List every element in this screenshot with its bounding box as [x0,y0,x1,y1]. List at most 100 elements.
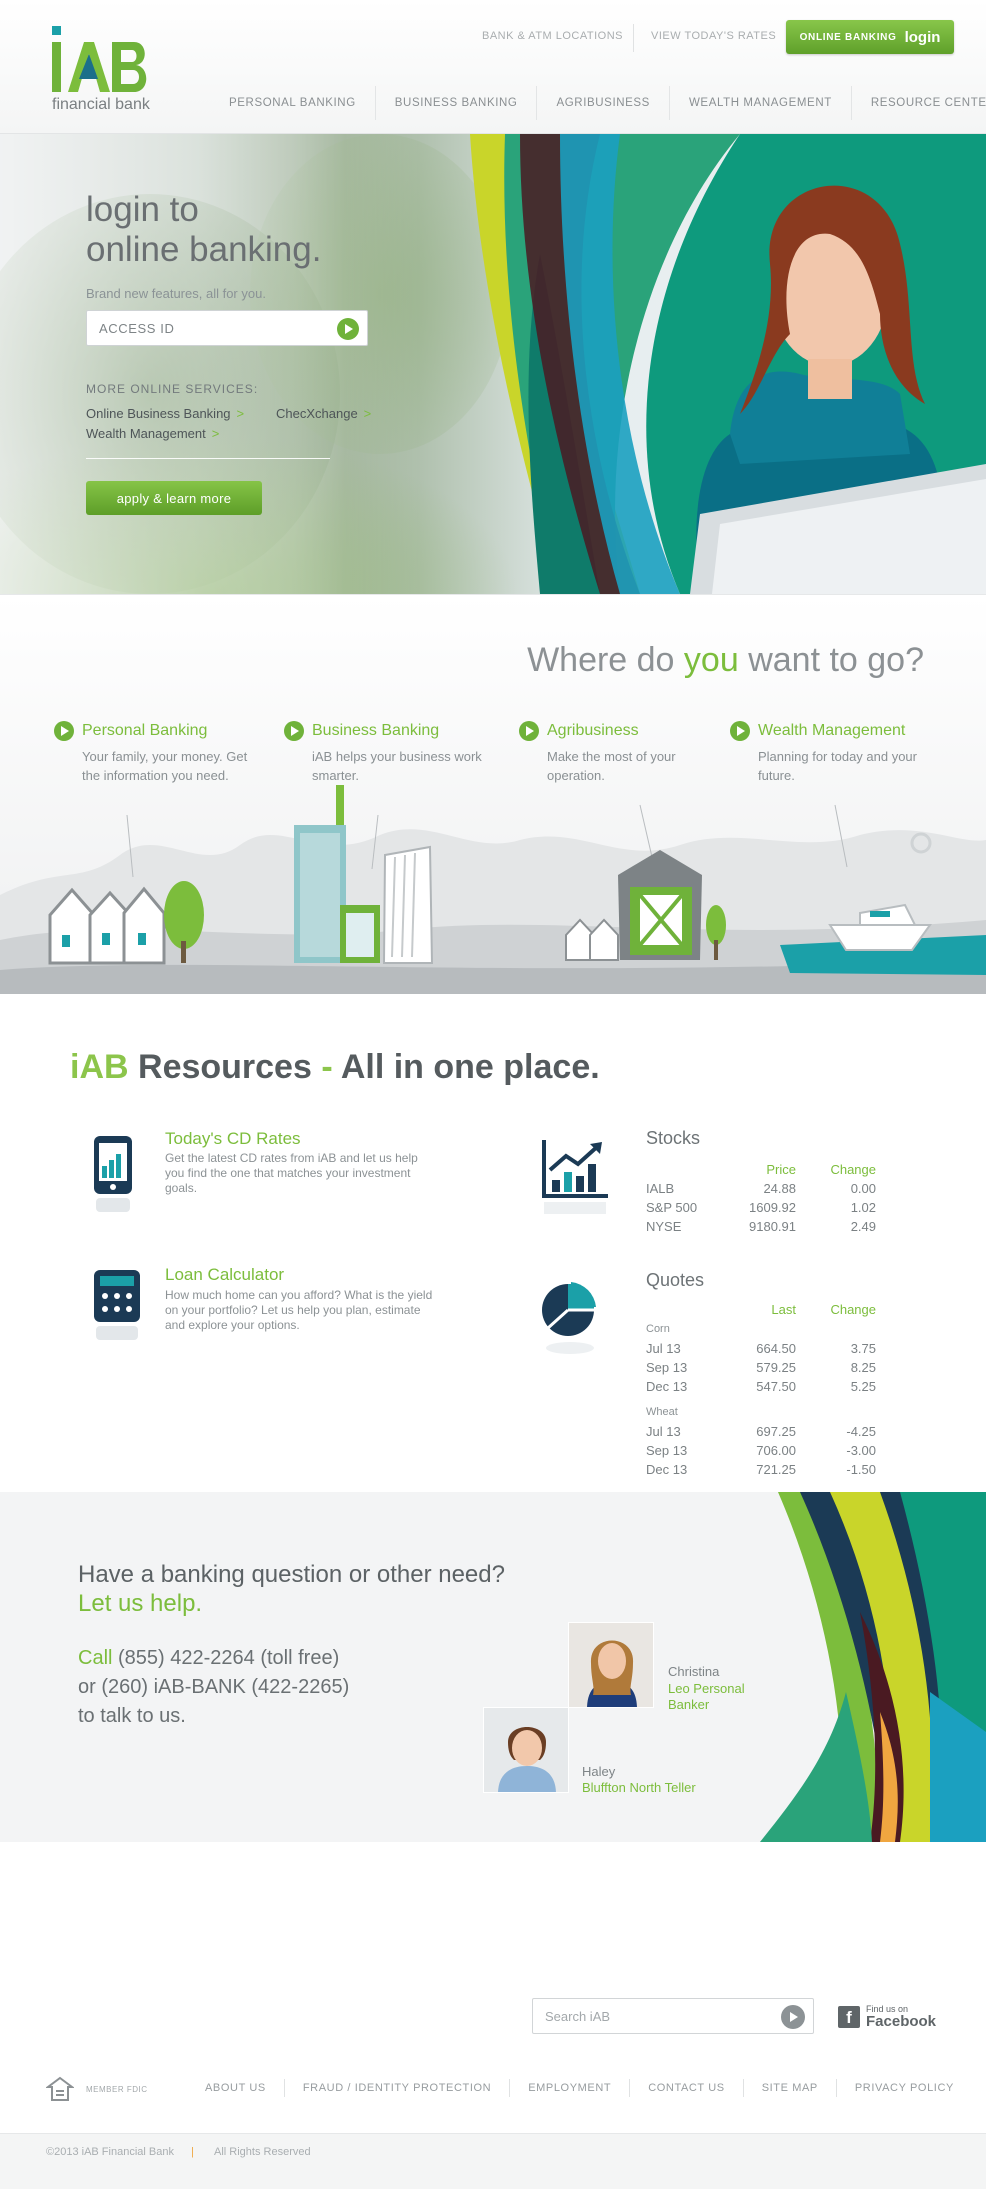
destination-personal-banking[interactable]: Personal Banking Your family, your money… [54,721,254,785]
table-cell: 706.00 [756,1443,796,1458]
wealth-management-link[interactable]: Wealth Management > [86,426,219,441]
search-go-arrow-icon[interactable] [781,2005,805,2029]
footer-link-contact-us[interactable]: CONTACT US [629,2079,743,2097]
table-cell: 1609.92 [749,1200,796,1215]
nav-resource-center[interactable]: RESOURCE CENTER [850,86,986,120]
pie-chart-icon[interactable] [540,1282,600,1362]
footer-link-about-us[interactable]: ABOUT US [187,2079,284,2097]
table-row: Sep 13 706.00 -3.00 [646,1441,876,1460]
chevron-right-icon: > [211,426,220,441]
toll-free-phone-link[interactable]: (855) 422-2264 (toll free) [112,1647,339,1669]
login-heading: login to online banking. [86,190,406,270]
destinations-heading: Where do you want to go? [527,641,924,680]
wealth-management-label: Wealth Management [86,426,206,441]
destination-wealth-management[interactable]: Wealth Management Planning for today and… [730,721,960,785]
footer-link-site-map[interactable]: SITE MAP [742,2079,836,2097]
online-banking-login-button[interactable]: ONLINE BANKING login [786,20,954,54]
local-phone-link[interactable]: or (260) iAB-BANK (422-2265) [78,1676,349,1698]
column-header: Change [830,1302,876,1317]
phone-chart-icon[interactable] [92,1134,136,1218]
bank-atm-locations-link[interactable]: BANK & ATM LOCATIONS [482,30,623,42]
destinations-heading-part: Where do [527,641,684,679]
table-row: Dec 13 547.50 5.25 [646,1377,876,1396]
access-id-input[interactable]: ACCESS ID [86,310,368,346]
table-cell: -1.50 [846,1462,876,1477]
utility-separator [633,24,634,52]
search-input[interactable]: Search iAB [532,1998,814,2034]
footer-link-fraud-identity[interactable]: FRAUD / IDENTITY PROTECTION [283,2079,509,2097]
table-row: S&P 500 1609.92 1.02 [646,1198,876,1217]
quote-group-label: Wheat [646,1406,678,1418]
table-cell: Dec 13 [646,1379,688,1394]
member-fdic-label: MEMBER FDIC [86,2085,148,2094]
calculator-icon[interactable] [92,1268,142,1348]
destination-description: Planning for today and your future. [758,749,917,783]
help-cta: Let us help. [78,1590,203,1617]
destination-title: Wealth Management [758,722,906,739]
online-business-banking-link[interactable]: Online Business Banking > [86,406,244,421]
destination-agribusiness[interactable]: Agribusiness Make the most of your opera… [519,721,719,785]
nav-business-banking[interactable]: BUSINESS BANKING [374,86,537,120]
resources-heading-part: All in one place. [332,1048,600,1086]
view-rates-link[interactable]: VIEW TODAY'S RATES [651,30,776,42]
table-row: NYSE 9180.91 2.49 [646,1217,876,1236]
table-cell: S&P 500 [646,1200,698,1215]
table-cell: 2.49 [850,1219,876,1234]
resources-heading-dash: - [321,1048,333,1086]
login-subtitle: Brand new features, all for you. [86,286,266,301]
play-arrow-icon [54,721,74,741]
table-cell: 579.25 [756,1360,796,1375]
login-heading-line1: login to [86,190,199,229]
table-row: Sep 13 579.25 8.25 [646,1358,876,1377]
destination-title: Business Banking [312,722,440,739]
table-cell: 24.88 [763,1181,796,1196]
facebook-link[interactable]: f Find us on Facebook [838,2005,936,2029]
table-cell: NYSE [646,1219,682,1234]
checxchange-link[interactable]: ChecXchange > [276,406,371,421]
resources-heading-brand: iAB [70,1048,129,1086]
table-cell: 3.75 [850,1341,876,1356]
destination-description: Make the most of your operation. [547,749,676,783]
christina-role: Leo Personal Banker [668,1681,745,1712]
christina-name: Christina [668,1664,720,1679]
table-cell: Sep 13 [646,1443,688,1458]
cd-rates-link[interactable]: Today's CD Rates [165,1129,301,1149]
nav-wealth-management[interactable]: WEALTH MANAGEMENT [668,86,851,120]
stocks-chart-icon[interactable] [540,1140,610,1220]
column-header: Price [766,1162,796,1177]
column-header: Last [771,1302,796,1317]
copyright-text: ©2013 iAB Financial Bank [46,2146,174,2158]
nav-agribusiness[interactable]: AGRIBUSINESS [536,86,668,120]
equal-housing-lender-icon [46,2076,74,2101]
table-cell: Jul 13 [646,1341,681,1356]
hero-banner: login to online banking. Brand new featu… [0,134,986,594]
help-question: Have a banking question or other need? [78,1561,505,1588]
table-row: Jul 13 697.25 -4.25 [646,1422,876,1441]
table-cell: Sep 13 [646,1360,688,1375]
footer-link-privacy-policy[interactable]: PRIVACY POLICY [835,2079,972,2097]
table-cell: -3.00 [846,1443,876,1458]
resources-heading-part: Resources [128,1048,322,1086]
loan-calculator-description: How much home can you afford? What is th… [165,1288,433,1332]
help-talk-text: to talk to us. [78,1705,186,1727]
access-go-arrow-icon[interactable] [337,318,359,340]
column-header: Change [830,1162,876,1177]
stocks-table: Price Change IALB 24.88 0.00 S&P 500 1609.92… [646,1160,876,1236]
destinations-heading-part: want to go? [738,641,924,679]
play-arrow-icon [730,721,750,741]
nav-personal-banking[interactable]: PERSONAL BANKING [210,86,375,120]
loan-calculator-link[interactable]: Loan Calculator [165,1265,284,1285]
apply-learn-more-button[interactable]: apply & learn more [86,481,262,515]
table-row: Dec 13 721.25 -1.50 [646,1460,876,1479]
haley-role: Bluffton North Teller [582,1780,696,1795]
main-nav: PERSONAL BANKING BUSINESS BANKING AGRIBU… [210,86,986,120]
destination-business-banking[interactable]: Business Banking iAB helps your business… [284,721,484,785]
login-button-small-label: ONLINE BANKING [799,31,897,43]
stocks-title: Stocks [646,1128,701,1148]
copyright-bar [0,2133,986,2189]
destinations-heading-highlight: you [683,641,739,679]
site-header: financial bank BANK & ATM LOCATIONS VIEW… [0,0,986,134]
quotes-title: Quotes [646,1270,705,1290]
footer-link-employment[interactable]: EMPLOYMENT [509,2079,629,2097]
table-row: Jul 13 664.50 3.75 [646,1339,876,1358]
